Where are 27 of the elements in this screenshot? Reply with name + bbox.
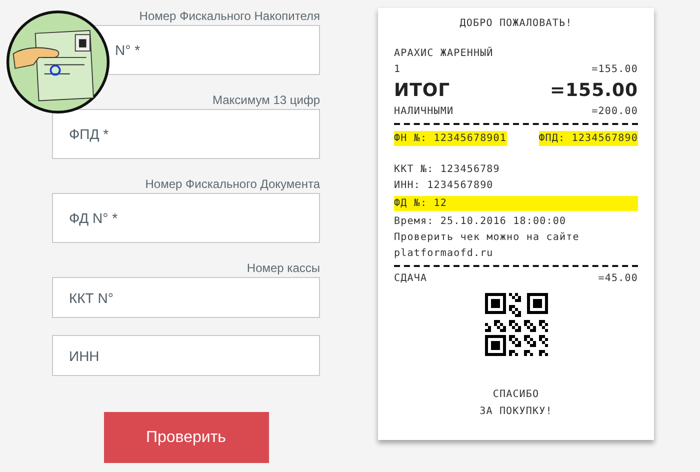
input-field[interactable]: ФД N° * [52,193,320,243]
receipt-line: platformaofd.ru [394,248,494,259]
input-field[interactable]: ФПД * [52,109,320,159]
receipt-line: АРАХИС ЖАРЕННЫЙ [394,48,494,59]
total-amount: =155.00 [550,80,638,101]
check-button[interactable]: Проверить [104,412,268,463]
input-field[interactable]: ККТ N° [52,277,320,318]
field-label: Номер Фискального Документа [145,176,320,193]
receipt-amount: =45.00 [598,273,638,284]
receipt-label: НАЛИЧНЫМИ [394,106,454,117]
qr-code-icon [484,293,548,356]
receipt-line: ККТ №: 123456789 [394,164,501,175]
receipt-label: 1 [394,64,401,75]
receipt-line: Проверить чек можно на сайте [394,232,580,243]
receipt-footer: СПАСИБО [492,389,540,400]
receipt-footer: ЗА ПОКУПКУ! [480,406,552,417]
input-field[interactable]: ИНН [52,335,320,376]
receipt-amount: =200.00 [592,106,638,117]
receipt-line: ИНН: 1234567890 [394,180,494,191]
receipt-header: ДОБРО ПОЖАЛОВАТЬ! [458,18,574,29]
field-label: Номер кассы [246,260,320,277]
receipt-line: Время: 25.10.2016 18:00:00 [394,216,568,227]
field-label: Максимум 13 цифр [212,92,320,109]
receipt-label: СДАЧА [394,273,428,284]
total-label: ИТОГ [394,80,450,101]
field-label: Номер Фискального Накопителя [139,8,320,25]
receipt-amount: =155.00 [592,64,638,75]
